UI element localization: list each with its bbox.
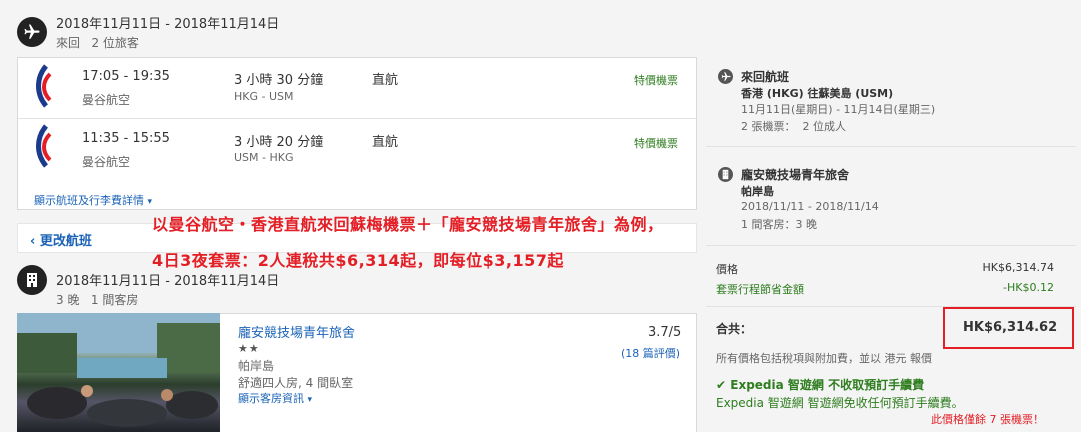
- airplane-icon: [718, 69, 733, 88]
- price-value: HK$6,314.74: [982, 261, 1054, 274]
- flight-card: 17:05 - 19:35 曼谷航空 3 小時 30 分鐘 HKG - USM …: [17, 57, 697, 210]
- no-fee-title: ✔ Expedia 智遊網 不收取預訂手續費: [716, 378, 925, 392]
- checkmark-icon: ✔: [716, 378, 727, 392]
- summary-hotel-title: 龐安競技場青年旅舍: [741, 168, 850, 182]
- leg1-route: HKG - USM: [234, 90, 294, 103]
- hotel-icon: [718, 167, 733, 186]
- total-label: 合共：: [716, 322, 753, 336]
- hotel-photo[interactable]: [17, 313, 220, 432]
- saving-label: 套票行程節省金額: [716, 283, 804, 296]
- leg1-stops: 直航: [372, 73, 399, 88]
- flight-dates: 2018年11月11日 - 2018年11月14日: [56, 17, 280, 32]
- review-score: 3.7/5: [648, 325, 682, 340]
- leg1-duration: 3 小時 30 分鐘: [234, 73, 324, 88]
- room-info-link[interactable]: 顯示客房資訊 ▾: [238, 390, 312, 406]
- tickets-left: 此價格僅餘 7 張機票！: [931, 413, 1044, 426]
- change-flight-link[interactable]: ‹ 更改航班: [30, 230, 92, 249]
- room-type: 舒適四人房, 4 間臥室: [238, 376, 354, 390]
- summary-hotel-rooms: 1 間客房：3 晚: [741, 218, 817, 231]
- leg1-time: 17:05 - 19:35: [82, 69, 170, 84]
- summary-flight-title: 來回航班: [741, 70, 790, 84]
- leg2-time: 11:35 - 15:55: [82, 131, 170, 146]
- reviews-link[interactable]: (18 篇評價): [621, 345, 680, 361]
- trip-info: 來回 2 位旅客: [56, 36, 139, 50]
- bangkok-airways-logo: [32, 64, 54, 108]
- summary-flight-route: 香港 (HKG) 往蘇美島 (USM): [741, 87, 894, 100]
- leg2-fare: 特價機票: [634, 137, 678, 150]
- chevron-down-icon: ▾: [147, 197, 153, 207]
- summary-hotel-location: 帕岸島: [741, 185, 774, 198]
- promo-annotation-line2: 4日3夜套票：2人連稅共$6,314起，即每位$3,157起: [152, 251, 564, 270]
- bangkok-airways-logo: [32, 124, 54, 168]
- hotel-dates: 2018年11月11日 - 2018年11月14日: [56, 274, 280, 289]
- star-rating: ★★: [238, 342, 260, 355]
- chevron-left-icon: ‹: [30, 234, 36, 249]
- leg1-airline: 曼谷航空: [82, 93, 131, 107]
- leg2-stops: 直航: [372, 135, 399, 150]
- tax-note: 所有價格包括稅項與附加費，並以 港元 報價: [716, 352, 932, 365]
- chevron-down-icon: ▾: [307, 395, 313, 405]
- total-value: HK$6,314.62: [963, 320, 1058, 335]
- stay-info: 3 晚 1 間客房: [56, 293, 139, 307]
- hotel-icon: [17, 265, 47, 295]
- leg2-route: USM - HKG: [234, 151, 294, 164]
- airplane-icon: [17, 17, 47, 47]
- leg2-duration: 3 小時 20 分鐘: [234, 135, 324, 150]
- leg2-airline: 曼谷航空: [82, 155, 131, 169]
- hotel-location: 帕岸島: [238, 359, 275, 373]
- leg1-fare: 特價機票: [634, 74, 678, 87]
- saving-value: -HK$0.12: [1003, 281, 1054, 294]
- flight-details-link[interactable]: 顯示航班及行李費詳情 ▾: [34, 192, 152, 208]
- summary-flight-tickets: 2 張機票： 2 位成人: [741, 120, 846, 133]
- no-fee-desc: Expedia 智遊網 智遊網免收任何預訂手續費。: [716, 396, 964, 410]
- summary-hotel-dates: 2018/11/11 - 2018/11/14: [741, 200, 879, 213]
- promo-annotation-line1: 以曼谷航空・香港直航來回蘇梅機票＋「龐安競技場青年旅舍」為例，: [152, 215, 664, 234]
- price-label: 價格: [716, 263, 738, 276]
- summary-flight-dates: 11月11日(星期日) - 11月14日(星期三): [741, 103, 936, 116]
- hotel-name-link[interactable]: 龐安競技場青年旅舍: [238, 322, 355, 341]
